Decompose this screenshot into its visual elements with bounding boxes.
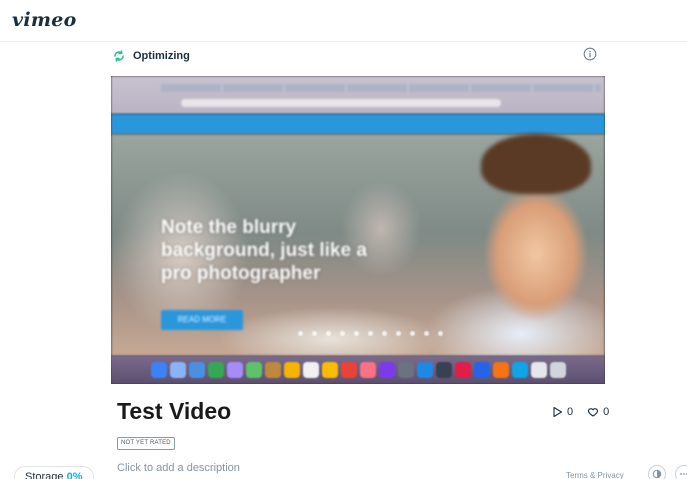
dock-app-icon	[549, 362, 566, 378]
half-circle-icon	[652, 469, 662, 479]
dock-app-icon	[530, 362, 547, 378]
info-icon[interactable]	[583, 47, 597, 61]
dock-app-icon	[207, 362, 224, 378]
storage-percent: 0%	[66, 471, 83, 479]
dock-app-icon	[340, 362, 357, 378]
theme-toggle-button[interactable]	[648, 465, 666, 479]
video-stats: 0 0	[551, 406, 609, 418]
video-frame-site-nav	[111, 114, 605, 134]
vimeo-logo[interactable]: vimeo	[12, 9, 77, 31]
dock-app-icon	[511, 362, 528, 378]
video-frame-photo-detail	[481, 134, 591, 194]
dock-app-icon	[283, 362, 300, 378]
more-dots-icon	[680, 473, 687, 475]
video-frame-read-more: READ MORE	[161, 310, 243, 330]
dock-app-icon	[378, 362, 395, 378]
video-frame-headline: Note the blurry background, just like a …	[161, 217, 367, 284]
dock-app-icon	[435, 362, 452, 378]
slide-dot	[326, 331, 331, 336]
dock-app-icon	[416, 362, 433, 378]
dock-app-icon	[169, 362, 186, 378]
browser-tabs-blur	[161, 84, 601, 92]
dock-app-icon	[264, 362, 281, 378]
slide-dot	[438, 331, 443, 336]
video-frame-browser-chrome	[111, 76, 605, 114]
video-frame-dock	[111, 356, 605, 384]
video-title[interactable]: Test Video	[117, 398, 231, 425]
dock-app-icon	[492, 362, 509, 378]
plays-count: 0	[567, 406, 574, 418]
rating-badge[interactable]: NOT YET RATED	[117, 437, 175, 450]
dock-app-icon	[302, 362, 319, 378]
top-bar: vimeo	[0, 0, 687, 42]
description-field[interactable]: Click to add a description	[117, 462, 240, 474]
dock-app-icon	[454, 362, 471, 378]
slide-dot	[368, 331, 373, 336]
slide-dot	[382, 331, 387, 336]
video-player[interactable]: Note the blurry background, just like a …	[111, 76, 605, 384]
storage-label: Storage	[25, 471, 64, 479]
slide-dot	[424, 331, 429, 336]
video-frame-slide-dots	[298, 331, 443, 336]
dock-app-icon	[245, 362, 262, 378]
slide-dot	[410, 331, 415, 336]
dock-app-icon	[188, 362, 205, 378]
slide-dot	[312, 331, 317, 336]
terms-privacy-link[interactable]: Terms & Privacy	[566, 471, 624, 479]
more-options-button[interactable]	[675, 465, 687, 479]
likes-count: 0	[603, 406, 610, 418]
optimizing-status: Optimizing	[113, 47, 190, 65]
slide-dot	[298, 331, 303, 336]
storage-indicator[interactable]: Storage 0%	[14, 466, 94, 479]
status-label: Optimizing	[133, 50, 190, 62]
dock-app-icon	[226, 362, 243, 378]
dock-app-icon	[150, 362, 167, 378]
dock-app-icon	[397, 362, 414, 378]
heart-icon[interactable]	[587, 406, 599, 418]
sync-icon	[114, 50, 124, 62]
play-icon	[553, 406, 563, 418]
slide-dot	[396, 331, 401, 336]
dock-app-icon	[359, 362, 376, 378]
slide-dot	[340, 331, 345, 336]
address-bar-blur	[181, 99, 501, 107]
dock-app-icon	[321, 362, 338, 378]
dock-app-icon	[473, 362, 490, 378]
slide-dot	[354, 331, 359, 336]
